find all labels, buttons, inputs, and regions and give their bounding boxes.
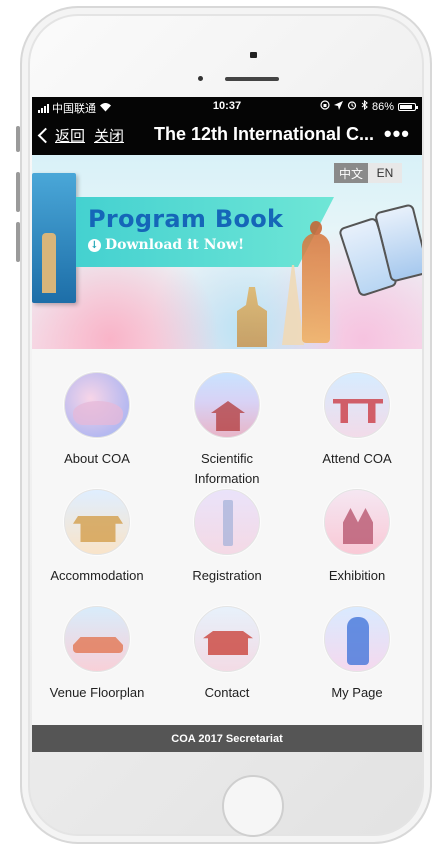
volume-up-button[interactable]: [16, 172, 20, 212]
menu-grid: About COA Scientific Information Attend …: [32, 349, 422, 727]
lang-en-button[interactable]: EN: [368, 163, 402, 183]
menu-item-label: Contact: [204, 685, 250, 700]
mute-switch[interactable]: [16, 126, 20, 152]
menu-item-venue-floorplan[interactable]: Venue Floorplan: [32, 606, 162, 703]
download-link[interactable]: ↓ Download it Now!: [88, 237, 244, 253]
banner-title: Program Book: [88, 205, 284, 233]
menu-item-label: Registration: [192, 568, 262, 583]
status-bar: 中国联通 10:37 86%: [32, 97, 422, 115]
menu-item-scientific-information[interactable]: Scientific Information: [162, 372, 292, 489]
menu-item-registration[interactable]: Registration: [162, 489, 292, 586]
menu-item-exhibition[interactable]: Exhibition: [292, 489, 422, 586]
tower-image-icon: [194, 489, 260, 555]
menu-item-label: Accommodation: [50, 568, 144, 583]
footer-bar: COA 2017 Secretariat: [32, 725, 422, 752]
home-button[interactable]: [222, 775, 284, 837]
back-button[interactable]: 返回: [37, 125, 86, 146]
page-title: The 12th International C...: [154, 124, 375, 144]
program-book-cover-image: [32, 173, 76, 303]
battery-icon: [398, 102, 418, 111]
proximity-sensor: [198, 76, 203, 81]
temple-image-icon: [194, 372, 260, 438]
download-label: Download it Now!: [105, 237, 245, 253]
alarm-icon: [347, 100, 357, 113]
language-switch: 中文 EN: [334, 163, 402, 183]
gate-image-icon: [324, 372, 390, 438]
lotus-image-icon: [64, 372, 130, 438]
menu-item-label: Venue Floorplan: [49, 685, 145, 700]
location-icon: [333, 100, 343, 113]
battery-percent: 86%: [371, 100, 394, 113]
menu-item-label: About COA: [64, 451, 130, 466]
chevron-left-icon: [37, 127, 54, 144]
more-options-button[interactable]: •••: [384, 121, 410, 147]
menu-item-label: Exhibition: [328, 568, 386, 583]
pagoda-illustration: [237, 287, 267, 347]
statue-illustration: [302, 221, 330, 343]
footer-text: COA 2017 Secretariat: [171, 732, 283, 745]
phones-illustration: [337, 199, 422, 299]
menu-item-my-page[interactable]: My Page: [292, 606, 422, 703]
gate-tower-image-icon: [194, 606, 260, 672]
bluetooth-icon: [361, 99, 368, 113]
bridge-image-icon: [64, 606, 130, 672]
nav-bar: 返回 关闭 The 12th International C... •••: [32, 115, 422, 155]
earpiece-speaker: [225, 77, 279, 81]
app-screen: 中国联通 10:37 86% 返回 关闭 The 12th Internatio…: [32, 97, 422, 752]
menu-item-about-coa[interactable]: About COA: [32, 372, 162, 469]
volume-down-button[interactable]: [16, 222, 20, 262]
menu-item-label: My Page: [331, 685, 383, 700]
menu-item-label: Attend COA: [322, 451, 392, 466]
menu-item-accommodation[interactable]: Accommodation: [32, 489, 162, 586]
download-icon: ↓: [88, 238, 101, 252]
close-button[interactable]: 关闭: [94, 125, 124, 146]
status-right: 86%: [320, 99, 418, 113]
palace-image-icon: [324, 489, 390, 555]
menu-item-label: Scientific Information: [194, 451, 260, 486]
statue-image-icon: [324, 606, 390, 672]
spire-illustration: [282, 265, 304, 345]
front-camera: [250, 52, 257, 58]
lang-zh-button[interactable]: 中文: [334, 163, 368, 183]
menu-item-contact[interactable]: Contact: [162, 606, 292, 703]
pavilion-image-icon: [64, 489, 130, 555]
back-label: 返回: [55, 128, 86, 145]
rotation-lock-icon: [320, 100, 330, 113]
menu-item-attend-coa[interactable]: Attend COA: [292, 372, 422, 469]
program-book-banner[interactable]: Program Book ↓ Download it Now! 中文 EN: [32, 155, 422, 349]
